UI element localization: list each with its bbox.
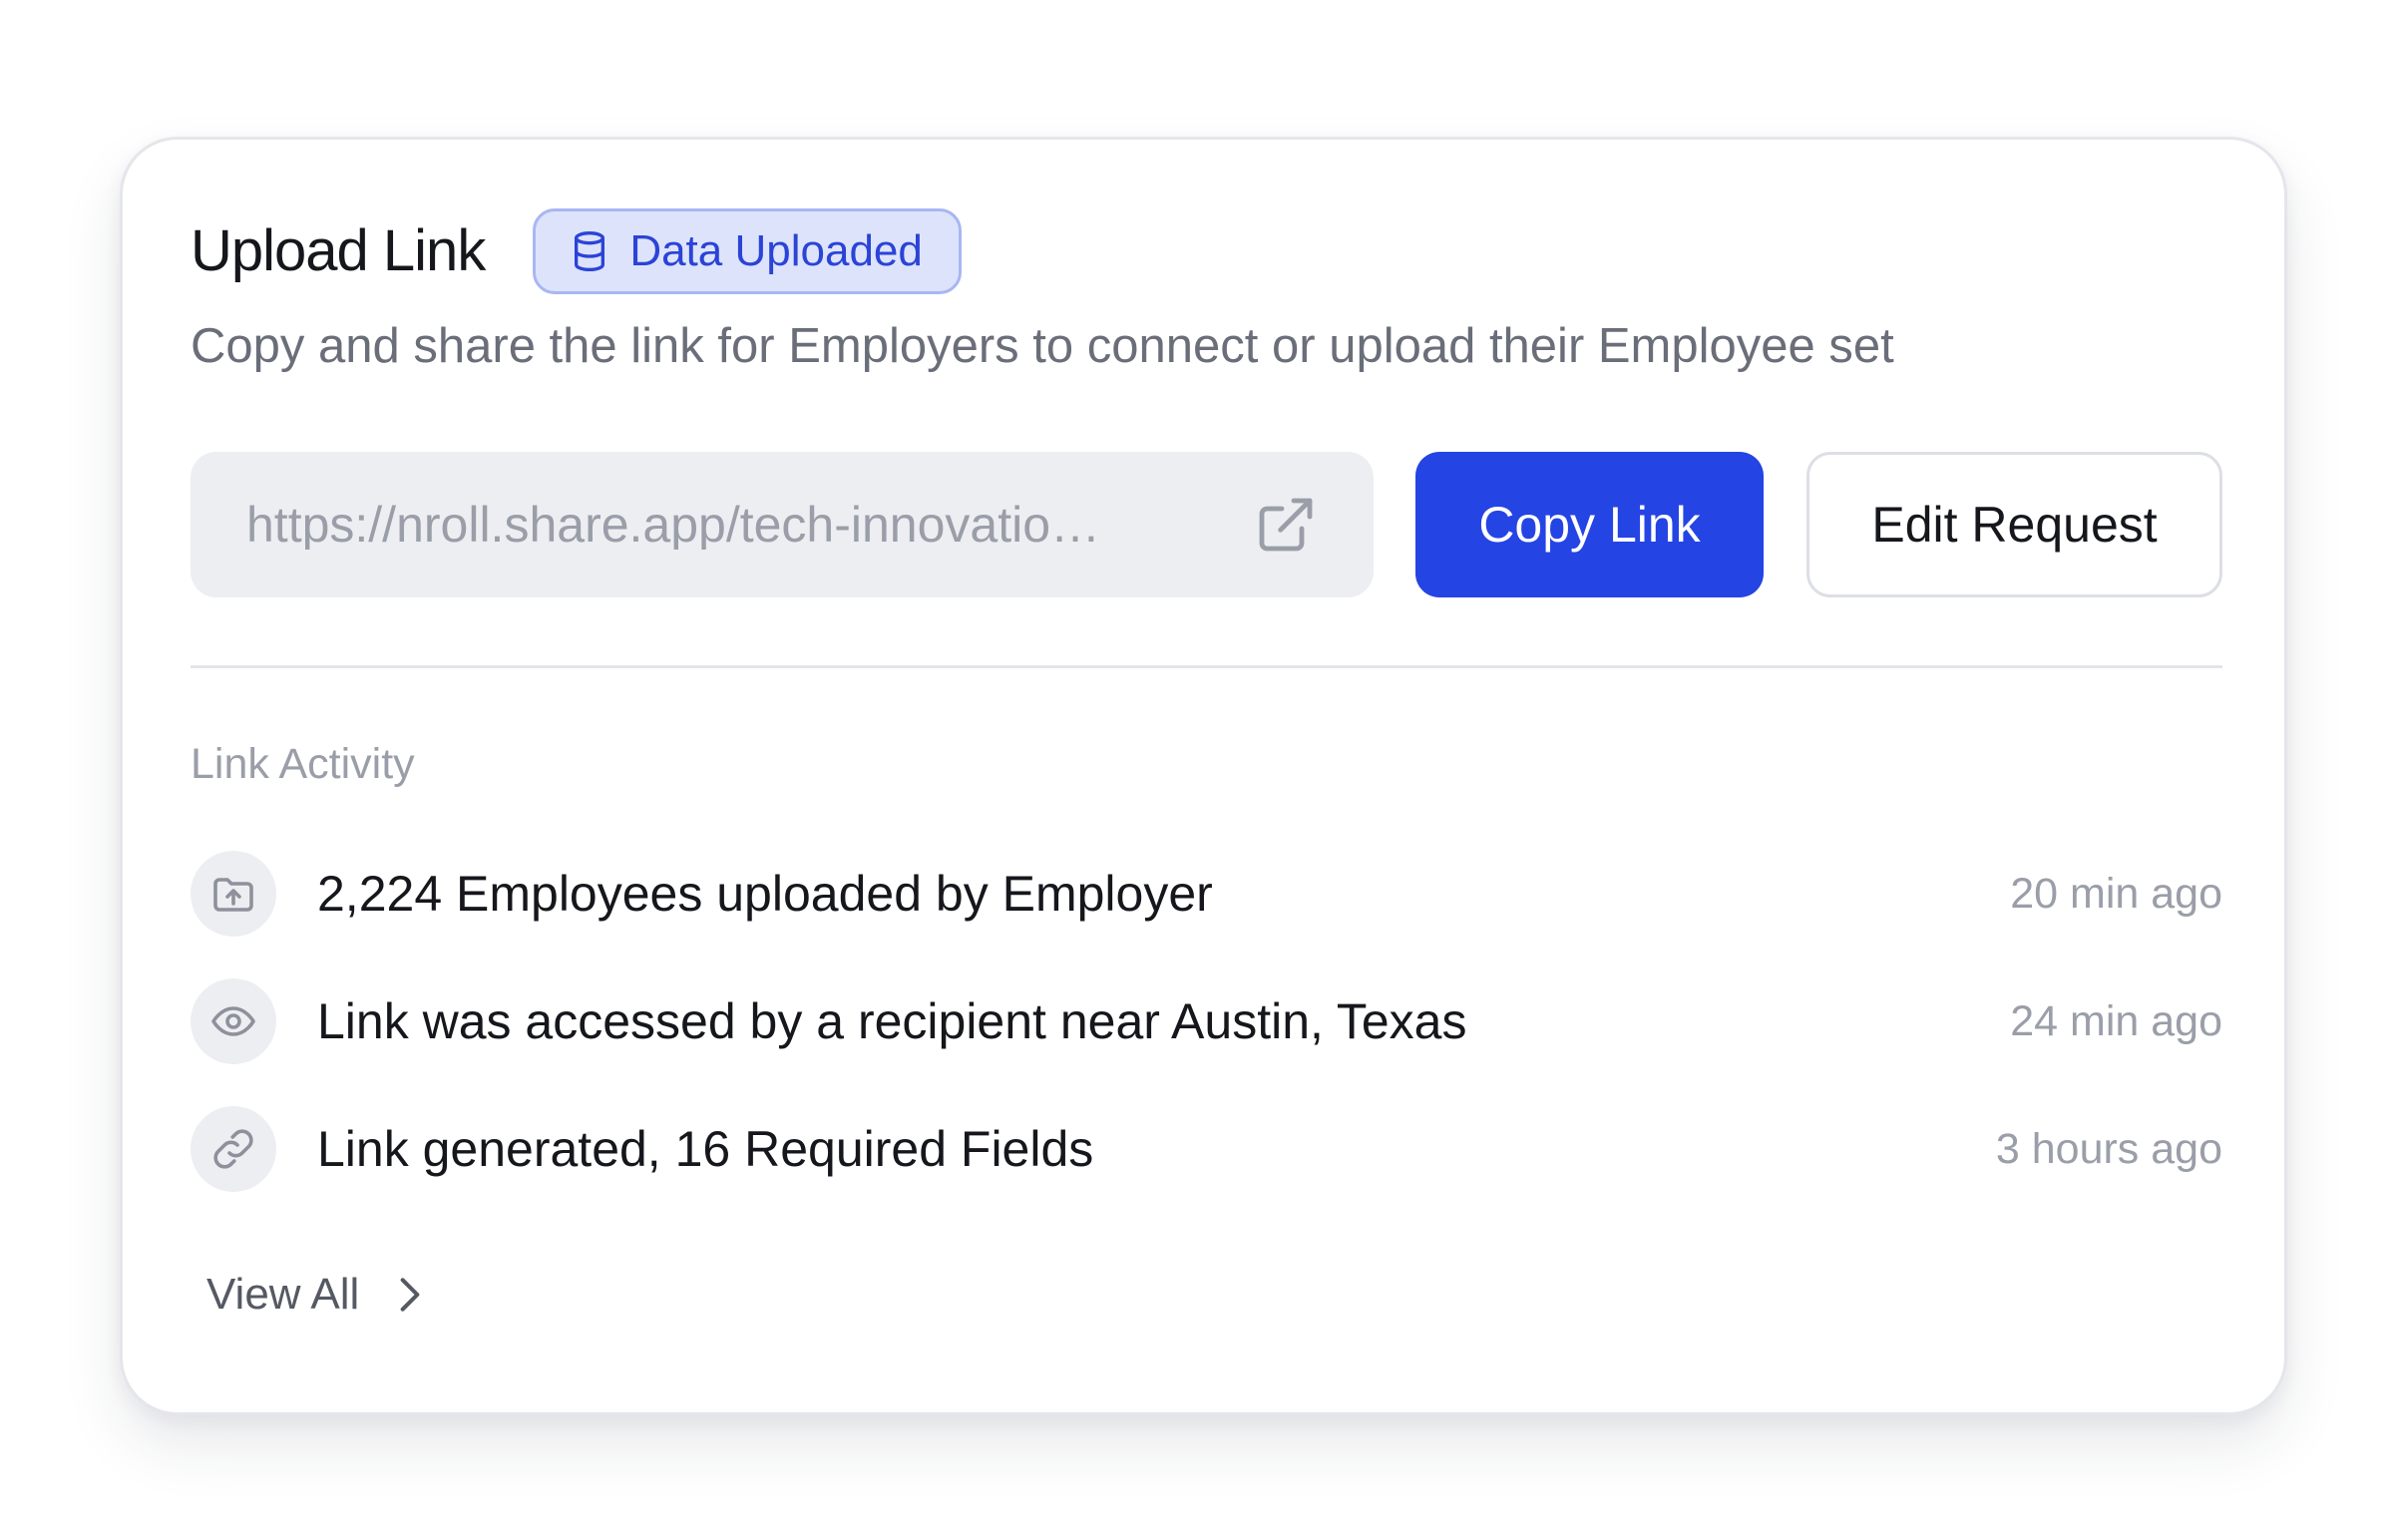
activity-item-access: Link was accessed by a recipient near Au… — [191, 978, 2222, 1064]
share-link-field[interactable]: https://nroll.share.app/tech-innovatio… — [191, 452, 1374, 597]
activity-timestamp: 24 min ago — [2010, 996, 2222, 1045]
chevron-right-icon[interactable] — [393, 1273, 427, 1317]
activity-item-upload: 2,224 Employees uploaded by Employer 20 … — [191, 851, 2222, 937]
link-activity-heading: Link Activity — [191, 740, 415, 788]
activity-text: Link was accessed by a recipient near Au… — [317, 993, 1467, 1049]
external-link-icon[interactable] — [1254, 493, 1318, 557]
activity-timestamp: 3 hours ago — [1995, 1124, 2222, 1173]
status-badge: Data Uploaded — [533, 208, 962, 294]
card-subtitle: Copy and share the link for Employers to… — [191, 319, 1894, 373]
activity-icon-badge — [191, 1106, 276, 1192]
status-badge-label: Data Uploaded — [629, 226, 923, 275]
activity-timestamp: 20 min ago — [2010, 869, 2222, 918]
eye-icon — [211, 1006, 255, 1036]
edit-request-button[interactable]: Edit Request — [1806, 452, 2222, 597]
card-header: Upload Link Data Uploaded — [191, 208, 962, 294]
activity-text: 2,224 Employees uploaded by Employer — [317, 866, 1213, 922]
link-icon — [213, 1129, 253, 1169]
activity-icon-badge — [191, 851, 276, 937]
share-link-url[interactable]: https://nroll.share.app/tech-innovatio… — [246, 500, 1214, 550]
activity-item-generated: Link generated, 16 Required Fields 3 hou… — [191, 1106, 2222, 1192]
upload-link-card: Upload Link Data Uploaded Copy and share… — [120, 137, 2287, 1415]
activity-text: Link generated, 16 Required Fields — [317, 1121, 1094, 1177]
card-title: Upload Link — [191, 218, 486, 283]
view-all-label[interactable]: View All — [206, 1273, 359, 1317]
folder-upload-icon — [213, 878, 253, 912]
view-all-link[interactable]: View All — [206, 1265, 427, 1325]
section-divider — [191, 665, 2222, 668]
activity-icon-badge — [191, 978, 276, 1064]
database-icon — [575, 231, 605, 272]
copy-link-button[interactable]: Copy Link — [1415, 452, 1764, 597]
